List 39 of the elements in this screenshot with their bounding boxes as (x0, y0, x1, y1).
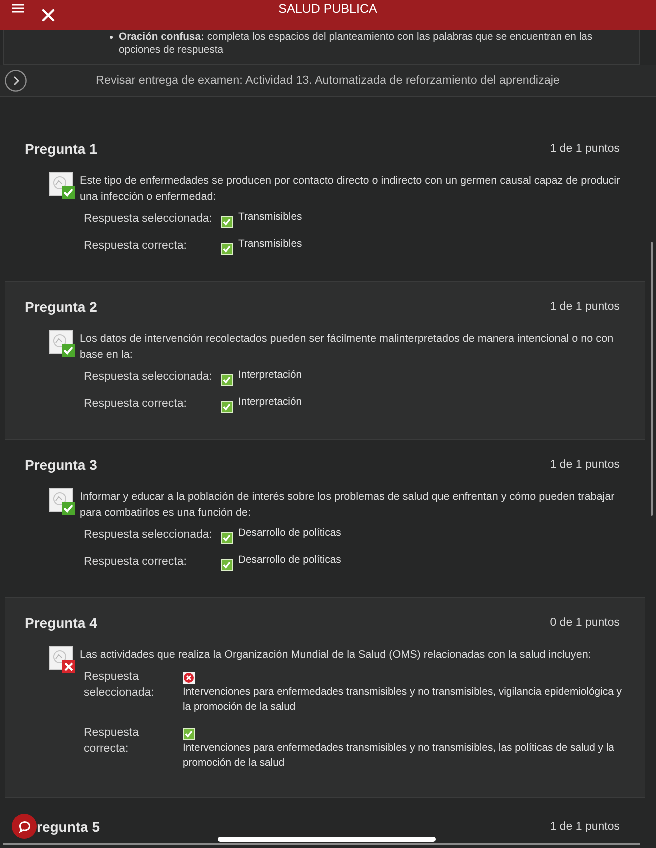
bullet-icon (110, 36, 113, 39)
answer-text: Intervenciones para enfermedades transmisibles y no transmisibles, vigilancia epidemiológica y la promoción de la salud (183, 686, 623, 715)
answer-label: Respuesta seleccionada: (84, 212, 214, 227)
speech-bubble-icon (18, 820, 30, 832)
answer-label: Respuesta correcta: (84, 397, 188, 412)
question-points: 1 de 1 puntos (550, 300, 620, 315)
answer-text: Interpretación (238, 369, 302, 383)
answer-text: Desarrollo de políticas (238, 527, 342, 541)
answer-text: Desarrollo de políticas (238, 554, 342, 568)
question-text: Informar y educar a la población de interés sobre los problemas de salud que enfrentan y cómo pueden trabajar para combatirlos es una función de: (80, 490, 616, 521)
question-points: 0 de 1 puntos (550, 616, 620, 631)
question-text: Las actividades que realiza la Organización Mundial de la Salud (OMS) relacionadas con la salud incluyen: (80, 648, 592, 663)
question-title: Pregunta 2 (25, 298, 98, 316)
answer-label: Respuesta seleccionada: (84, 370, 214, 385)
instruction-text: Oración confusa: completa los espacios del planteamiento con las palabras que se encuentran en las opciones de respuesta (119, 31, 594, 57)
chat-button[interactable] (12, 814, 37, 839)
question-text: Los datos de intervención recolectados pueden ser fácilmente malinterpretados de manera intencional o no con base en la: (80, 332, 615, 363)
question-title: Pregunta 4 (25, 614, 98, 632)
question-title: Pregunta 1 (25, 140, 98, 158)
question-title: Pregunta 3 (25, 456, 98, 474)
answer-text: Intervenciones para enfermedades transmisibles y no transmisibles, las políticas de salud y la promoción de la salud (183, 742, 616, 771)
answer-text: Transmisibles (238, 211, 302, 225)
answer-label: Respuesta seleccionada: (84, 670, 156, 701)
answer-label: Respuesta correcta: (84, 239, 188, 254)
close-icon[interactable] (42, 9, 55, 22)
header-title: SALUD PUBLICA (278, 1, 378, 18)
question-title: regunta 5 (37, 818, 100, 836)
menu-icon[interactable] (12, 4, 24, 13)
question-text: Este tipo de enfermedades se producen por contacto directo o indirecto con un germen causal capaz de producir una infección o enfermedad: (80, 174, 622, 205)
answer-label: Respuesta correcta: (84, 726, 140, 757)
answer-label: Respuesta correcta: (84, 555, 188, 570)
review-title: Revisar entrega de examen: Actividad 13. Automatizada de reforzamiento del aprendizaje (95, 72, 561, 88)
answer-label: Respuesta seleccionada: (84, 528, 214, 543)
answer-text: Transmisibles (238, 238, 302, 252)
question-points: 1 de 1 puntos (550, 142, 620, 157)
answer-text: Interpretación (238, 396, 302, 410)
chevron-right-icon[interactable] (5, 70, 27, 92)
question-points: 1 de 1 puntos (550, 458, 620, 473)
question-points: 1 de 1 puntos (550, 820, 620, 834)
